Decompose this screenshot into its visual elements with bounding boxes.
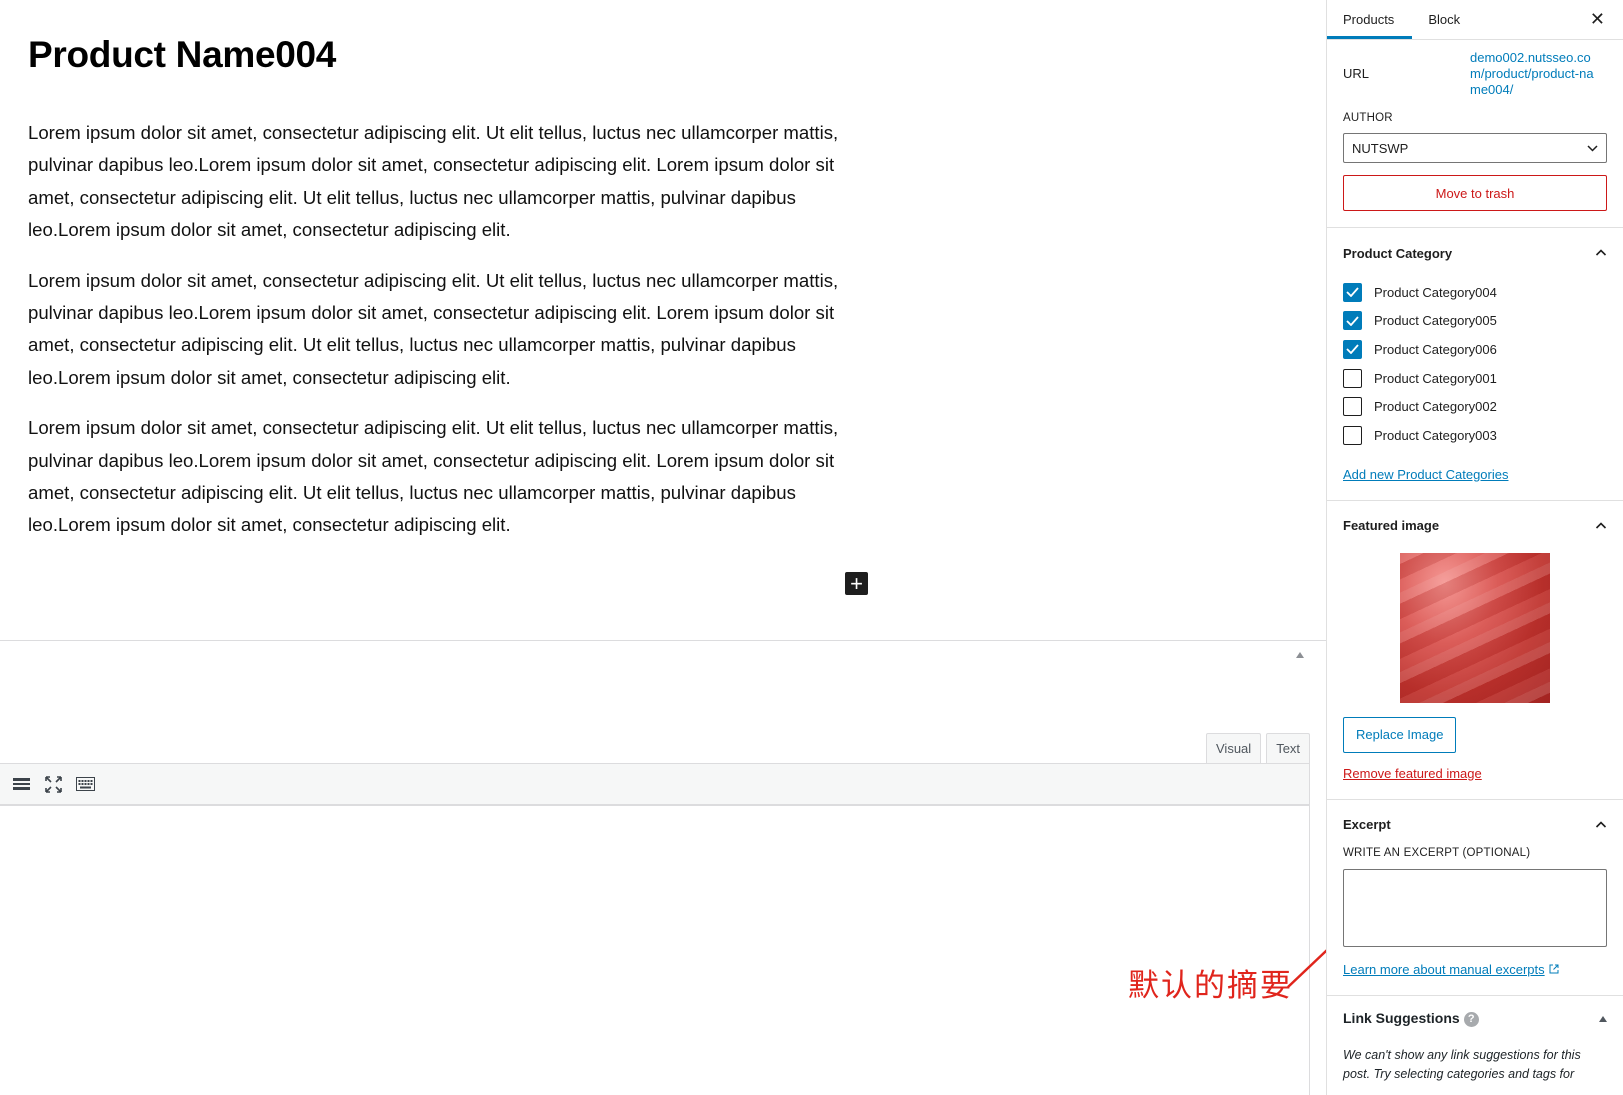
list-item[interactable]: Product Category002 <box>1343 392 1607 421</box>
add-block-button[interactable]: + <box>845 572 868 595</box>
excerpt-label: WRITE AN EXCERPT (OPTIONAL) <box>1343 846 1531 859</box>
external-link-icon <box>1549 964 1559 974</box>
list-item[interactable]: Product Category001 <box>1343 364 1607 393</box>
panel-toggle-excerpt[interactable]: Excerpt <box>1343 800 1607 850</box>
post-content: Lorem ipsum dolor sit amet, consectetur … <box>28 117 878 560</box>
settings-sidebar: Products Block ✕ URL demo002.nutsseo.com… <box>1326 0 1623 1095</box>
post-title[interactable]: Product Name004 <box>28 34 336 76</box>
link-suggestions-message: We can't show any link suggestions for t… <box>1343 1047 1581 1081</box>
checkbox-unchecked[interactable] <box>1343 425 1362 445</box>
author-label: AUTHOR <box>1343 112 1393 124</box>
panel-title: Link Suggestions <box>1343 1010 1460 1027</box>
checkmark-icon <box>1346 287 1359 298</box>
tab-products[interactable]: Products <box>1327 0 1412 39</box>
permalink-link[interactable]: demo002.nutsseo.com/product/product-name… <box>1470 45 1600 98</box>
sidebar-tabs: Products Block ✕ <box>1327 0 1623 40</box>
category-label: Product Category006 <box>1374 341 1497 357</box>
collapse-triangle-icon[interactable] <box>1296 652 1304 658</box>
editor-canvas: Product Name004 Lorem ipsum dolor sit am… <box>0 0 1352 1095</box>
paragraph-block[interactable]: Lorem ipsum dolor sit amet, consectetur … <box>28 265 878 395</box>
help-icon[interactable]: ? <box>1463 1011 1479 1027</box>
link-suggestions-panel: Link Suggestions? We can't show any link… <box>1327 996 1623 1084</box>
paragraph-block[interactable]: Lorem ipsum dolor sit amet, consectetur … <box>28 117 878 247</box>
panel-toggle-featured[interactable]: Featured image <box>1343 501 1607 551</box>
keyboard-icon[interactable] <box>76 775 95 794</box>
chevron-up-icon <box>1595 521 1607 529</box>
checkbox-unchecked[interactable] <box>1343 368 1362 388</box>
panel-title: Excerpt <box>1343 817 1391 833</box>
checkbox-unchecked[interactable] <box>1343 397 1362 417</box>
add-category-link[interactable]: Add new Product Categories <box>1343 467 1508 482</box>
url-row: URL demo002.nutsseo.com/product/product-… <box>1343 40 1607 112</box>
meta-box-divider <box>0 640 1326 641</box>
panel-title: Featured image <box>1343 518 1440 534</box>
checkbox-checked[interactable] <box>1343 311 1362 331</box>
excerpt-textarea[interactable] <box>1343 868 1607 947</box>
checkmark-icon <box>1346 344 1359 355</box>
remove-featured-image-link[interactable]: Remove featured image <box>1343 766 1482 781</box>
checkbox-checked[interactable] <box>1343 339 1362 359</box>
editor-toolbar <box>0 764 1309 806</box>
checkbox-checked[interactable] <box>1343 282 1362 302</box>
excerpt-panel: Excerpt WRITE AN EXCERPT (OPTIONAL) Lear… <box>1327 800 1623 996</box>
chevron-up-icon <box>1595 820 1607 828</box>
author-select[interactable]: NUTSWP <box>1343 133 1607 163</box>
move-to-trash-button[interactable]: Move to trash <box>1343 175 1607 211</box>
category-label: Product Category005 <box>1374 313 1497 329</box>
category-list: Product Category004 Product Category005 … <box>1343 278 1607 458</box>
collapse-triangle-icon[interactable] <box>1599 1015 1607 1022</box>
toolbar-toggle-icon[interactable] <box>12 775 31 794</box>
category-label: Product Category004 <box>1374 284 1497 300</box>
plus-icon: + <box>850 570 863 596</box>
checkmark-icon <box>1346 316 1359 326</box>
learn-more-excerpts-link[interactable]: Learn more about manual excerpts <box>1343 962 1545 977</box>
panel-toggle-link-suggestions[interactable]: Link Suggestions? <box>1335 996 1615 1042</box>
panel-title: Product Category <box>1343 245 1453 261</box>
tab-visual[interactable]: Visual <box>1206 733 1262 763</box>
list-item[interactable]: Product Category004 <box>1343 278 1607 307</box>
paragraph-block[interactable]: Lorem ipsum dolor sit amet, consectetur … <box>28 412 878 542</box>
panel-toggle-category[interactable]: Product Category <box>1343 228 1607 278</box>
category-label: Product Category003 <box>1374 427 1497 443</box>
category-label: Product Category001 <box>1374 370 1497 386</box>
featured-image-panel: Featured image Replace Image Remove feat… <box>1327 501 1623 800</box>
annotation-text: 默认的摘要 <box>1128 968 1293 1004</box>
category-label: Product Category002 <box>1374 399 1497 415</box>
classic-editor <box>0 763 1310 1095</box>
tab-text[interactable]: Text <box>1266 733 1311 763</box>
product-category-panel: Product Category Product Category004 Pro… <box>1327 228 1623 501</box>
featured-image-thumbnail[interactable] <box>1400 552 1550 703</box>
chevron-up-icon <box>1595 249 1607 256</box>
summary-panel: URL demo002.nutsseo.com/product/product-… <box>1327 40 1623 228</box>
fullscreen-icon[interactable] <box>44 775 63 794</box>
author-value: NUTSWP <box>1352 140 1409 156</box>
chevron-down-icon <box>1587 144 1598 152</box>
url-label: URL <box>1343 66 1370 81</box>
replace-image-button[interactable]: Replace Image <box>1343 716 1457 753</box>
list-item[interactable]: Product Category003 <box>1343 421 1607 450</box>
list-item[interactable]: Product Category005 <box>1343 307 1607 336</box>
tab-block[interactable]: Block <box>1412 0 1476 39</box>
close-icon[interactable]: ✕ <box>1590 9 1605 30</box>
editor-mode-tabs: Visual Text <box>1206 733 1311 763</box>
list-item[interactable]: Product Category006 <box>1343 335 1607 364</box>
